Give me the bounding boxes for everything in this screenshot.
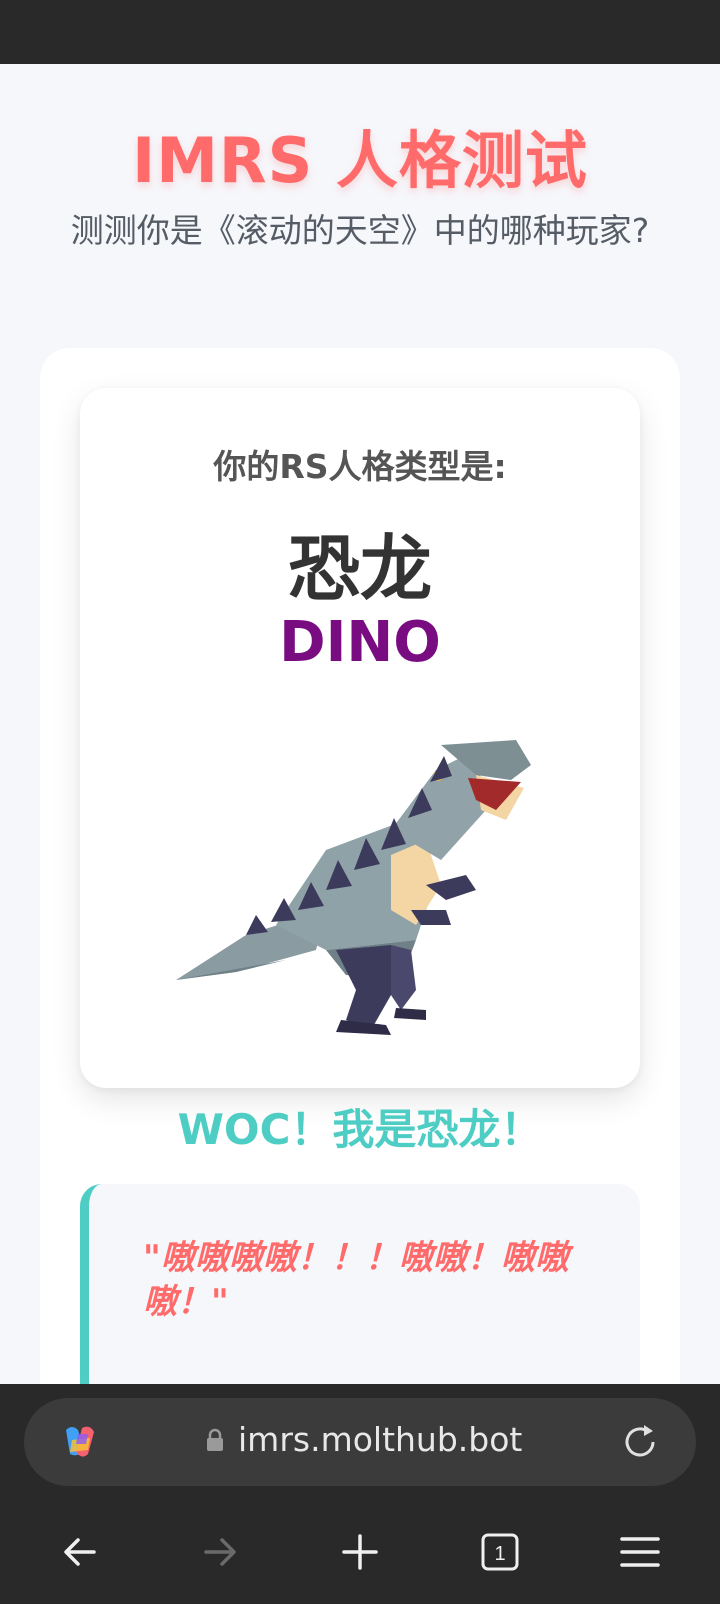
dinosaur-illustration — [176, 710, 536, 1050]
result-label: 你的RS人格类型是: — [213, 447, 507, 486]
reload-icon[interactable] — [620, 1422, 660, 1462]
tabs-icon[interactable]: 1 — [476, 1528, 524, 1576]
menu-icon[interactable] — [616, 1528, 664, 1576]
result-type-name: 恐龙 — [287, 527, 432, 611]
result-card: 你的RS人格类型是: 恐龙 DINO — [80, 388, 640, 1088]
page-title: IMRS 人格测试 — [132, 124, 588, 197]
forward-arrow-icon[interactable] — [196, 1528, 244, 1576]
result-tagline: WOC！我是恐龙！ — [177, 1105, 543, 1154]
back-arrow-icon[interactable] — [56, 1528, 104, 1576]
result-container: 你的RS人格类型是: 恐龙 DINO WOC！我是恐龙！ "嗷嗷嗷嗷！！！嗷嗷！… — [40, 348, 680, 1384]
status-bar — [0, 0, 720, 64]
browser-toolbar: imrs.molthub.bot 1 — [0, 1384, 720, 1604]
lock-icon — [206, 1428, 224, 1452]
copilot-icon[interactable] — [58, 1420, 102, 1464]
quote-text: "嗷嗷嗷嗷！！！嗷嗷！嗷嗷嗷！" — [143, 1238, 569, 1322]
result-type-code: DINO — [279, 610, 441, 675]
quote-box: "嗷嗷嗷嗷！！！嗷嗷！嗷嗷嗷！" — [80, 1184, 640, 1384]
page-subtitle: 测测你是《滚动的天空》中的哪种玩家? — [70, 211, 650, 250]
address-bar[interactable]: imrs.molthub.bot — [24, 1398, 696, 1486]
new-tab-icon[interactable] — [336, 1528, 384, 1576]
tab-count: 1 — [494, 1543, 505, 1565]
url-text[interactable]: imrs.molthub.bot — [238, 1420, 522, 1459]
navigation-bar: 1 — [0, 1504, 720, 1604]
page-content: IMRS 人格测试 测测你是《滚动的天空》中的哪种玩家? 你的RS人格类型是: … — [0, 64, 720, 1384]
